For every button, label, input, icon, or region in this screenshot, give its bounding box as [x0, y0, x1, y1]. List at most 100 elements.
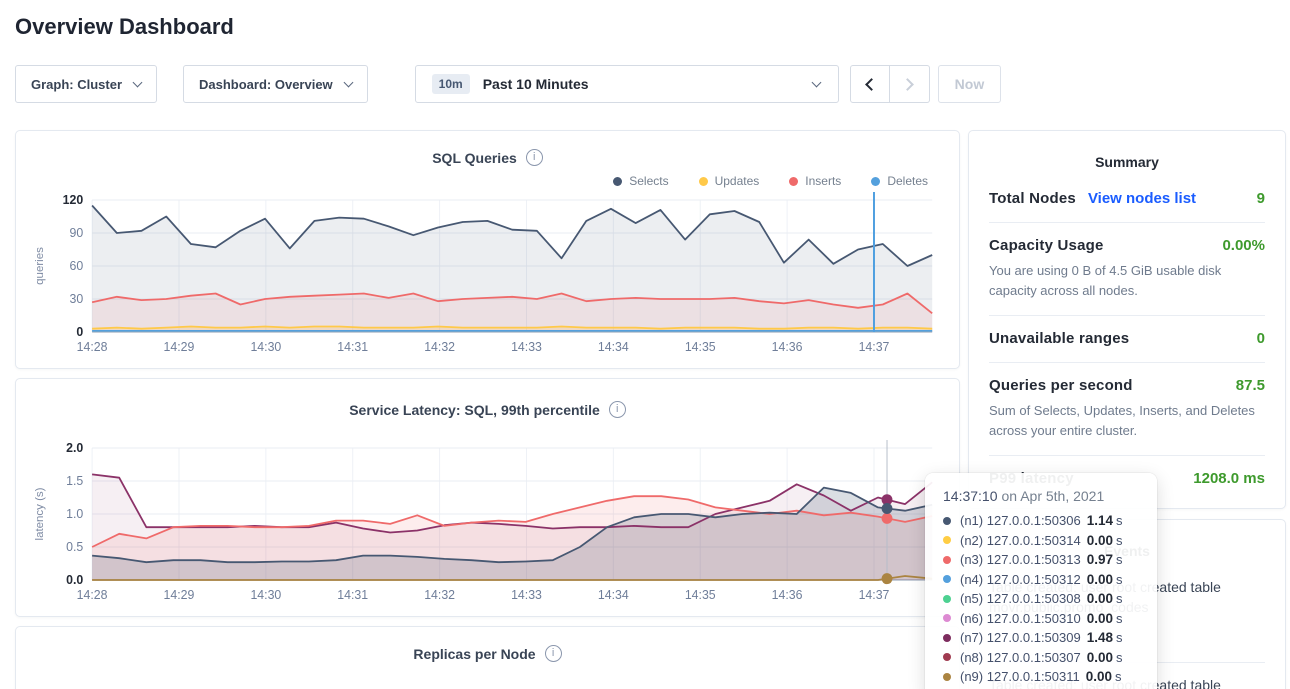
latency-unit: s [1116, 650, 1123, 665]
node-address: (n8) 127.0.0.1:50307 [960, 650, 1081, 665]
sql-queries-panel: SQL Queries i Selects Updates Inserts Delet… [15, 130, 960, 369]
summary-value: 0 [1257, 330, 1265, 347]
tooltip-row: (n2) 127.0.0.1:50314 0.00s [943, 533, 1139, 548]
summary-value: 1208.0 ms [1193, 470, 1265, 487]
info-icon[interactable]: i [609, 401, 626, 418]
service-latency-chart[interactable]: 14:2814:2914:3014:3114:3214:3314:3414:35… [29, 438, 946, 610]
node-latency-value: 0.00 [1087, 611, 1113, 626]
chart-title: SQL Queries [432, 150, 517, 166]
svg-text:14:28: 14:28 [77, 588, 108, 602]
svg-text:14:36: 14:36 [772, 340, 803, 354]
node-address: (n5) 127.0.0.1:50308 [960, 591, 1081, 606]
svg-text:14:37: 14:37 [859, 588, 890, 602]
nodes-list-link[interactable]: View nodes list [1088, 190, 1196, 207]
legend-item[interactable]: Selects [613, 174, 668, 188]
tooltip-date: on Apr 5th, 2021 [1002, 488, 1105, 504]
legend-item[interactable]: Inserts [789, 174, 841, 188]
node-latency-value: 0.97 [1087, 552, 1113, 567]
series-dot-icon [943, 614, 951, 622]
tooltip-time: 14:37:10 [943, 488, 998, 504]
svg-text:14:33: 14:33 [511, 340, 542, 354]
graph-dropdown[interactable]: Graph: Cluster [15, 65, 157, 103]
now-button[interactable]: Now [938, 65, 1002, 103]
chevron-right-icon [901, 78, 914, 91]
summary-label: Queries per second [989, 377, 1133, 394]
info-icon[interactable]: i [545, 645, 562, 662]
chart-title-row: Service Latency: SQL, 99th percentile i [29, 401, 946, 418]
next-time-button[interactable] [890, 65, 930, 103]
series-dot-icon [943, 634, 951, 642]
svg-text:2.0: 2.0 [66, 441, 83, 455]
series-dot-icon [943, 595, 951, 603]
tooltip-row: (n5) 127.0.0.1:50308 0.00s [943, 591, 1139, 606]
series-dot-icon [943, 517, 951, 525]
svg-text:14:30: 14:30 [250, 340, 281, 354]
legend-dot-icon [613, 177, 622, 186]
summary-row: Capacity Usage0.00%You are using 0 B of … [989, 223, 1265, 316]
legend-dot-icon [871, 177, 880, 186]
latency-unit: s [1116, 572, 1123, 587]
svg-text:0.0: 0.0 [66, 573, 83, 587]
series-dot-icon [943, 556, 951, 564]
legend-label: Selects [629, 174, 668, 188]
svg-text:14:28: 14:28 [77, 340, 108, 354]
svg-text:120: 120 [63, 193, 84, 207]
node-address: (n2) 127.0.0.1:50314 [960, 533, 1081, 548]
tooltip-row: (n1) 127.0.0.1:503061.14s [943, 513, 1139, 528]
replicas-per-node-panel: Replicas per Node i [15, 626, 960, 689]
chevron-down-icon [811, 78, 821, 88]
legend-item[interactable]: Deletes [871, 174, 928, 188]
legend-dot-icon [789, 177, 798, 186]
svg-text:14:30: 14:30 [250, 588, 281, 602]
charts-column: SQL Queries i Selects Updates Inserts Delet… [15, 130, 960, 689]
time-range-dropdown[interactable]: 10m Past 10 Minutes [415, 65, 839, 103]
series-dot-icon [943, 653, 951, 661]
time-pager [850, 65, 930, 103]
node-latency-value: 1.14 [1087, 513, 1113, 528]
summary-label: Capacity Usage [989, 237, 1104, 254]
svg-text:0: 0 [76, 325, 83, 339]
node-address: (n6) 127.0.0.1:50310 [960, 611, 1081, 626]
summary-row: Queries per second87.5Sum of Selects, Up… [989, 363, 1265, 456]
series-dot-icon [943, 536, 951, 544]
summary-rows: Total NodesView nodes list9Capacity Usag… [989, 176, 1265, 502]
svg-text:14:35: 14:35 [685, 588, 716, 602]
legend-label: Updates [715, 174, 760, 188]
prev-time-button[interactable] [850, 65, 890, 103]
node-latency-value: 0.00 [1087, 591, 1113, 606]
tooltip-header: 14:37:10on Apr 5th, 2021 [943, 488, 1139, 504]
tooltip-row: (n4) 127.0.0.1:50312 0.00s [943, 572, 1139, 587]
svg-text:14:34: 14:34 [598, 340, 629, 354]
node-latency-value: 0.00 [1087, 572, 1113, 587]
chart-title-row: SQL Queries i [29, 149, 946, 166]
node-address: (n3) 127.0.0.1:50313 [960, 552, 1081, 567]
chart-title: Service Latency: SQL, 99th percentile [349, 402, 600, 418]
node-latency-value: 0.00 [1087, 533, 1113, 548]
latency-unit: s [1116, 591, 1123, 606]
node-address: (n4) 127.0.0.1:50312 [960, 572, 1081, 587]
dashboard-dropdown[interactable]: Dashboard: Overview [183, 65, 368, 103]
node-latency-value: 0.00 [1086, 669, 1112, 684]
summary-heading: Summary [989, 147, 1265, 176]
chart-title: Replicas per Node [413, 646, 535, 662]
svg-text:queries: queries [34, 247, 46, 285]
hover-tooltip: 14:37:10on Apr 5th, 2021 (n1) 127.0.0.1:… [925, 473, 1157, 689]
dashboard-dropdown-label: Dashboard: Overview [199, 77, 333, 92]
legend-item[interactable]: Updates [699, 174, 760, 188]
svg-text:14:31: 14:31 [337, 588, 368, 602]
summary-label: Unavailable ranges [989, 330, 1129, 347]
latency-unit: s [1116, 630, 1123, 645]
sql-queries-chart[interactable]: 14:2814:2914:3014:3114:3214:3314:3414:35… [29, 190, 946, 362]
info-icon[interactable]: i [526, 149, 543, 166]
latency-unit: s [1116, 533, 1123, 548]
node-address: (n9) 127.0.0.1:50311 [960, 669, 1080, 684]
summary-row: Unavailable ranges 0 [989, 316, 1265, 363]
latency-unit: s [1116, 611, 1123, 626]
summary-value: 0.00% [1222, 237, 1265, 254]
tooltip-row: (n6) 127.0.0.1:50310 0.00s [943, 611, 1139, 626]
svg-text:1.5: 1.5 [66, 474, 83, 488]
page-title: Overview Dashboard [15, 14, 1290, 40]
svg-text:0.5: 0.5 [66, 540, 83, 554]
sql-queries-legend: Selects Updates Inserts Deletes [29, 174, 928, 188]
tooltip-row: (n3) 127.0.0.1:503130.97s [943, 552, 1139, 567]
